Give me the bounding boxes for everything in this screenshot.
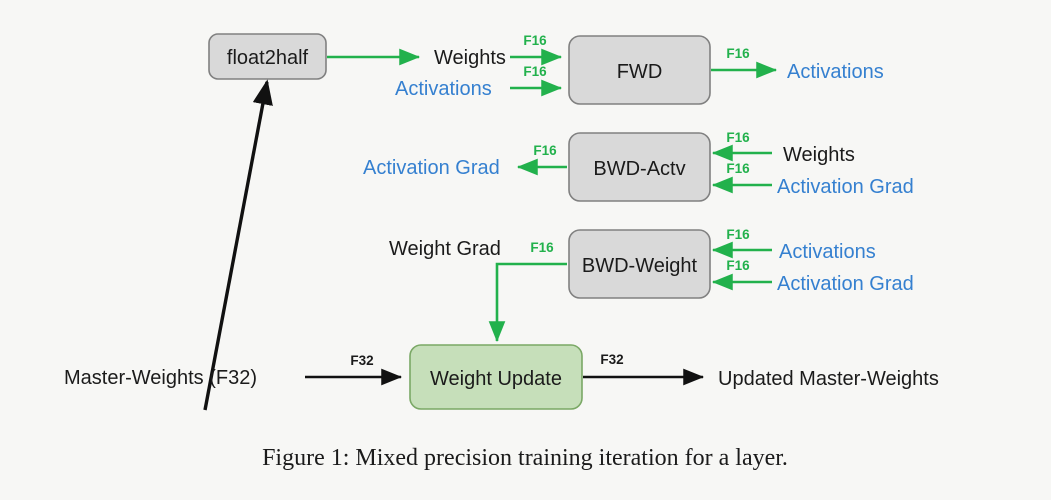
bwd-weight-label: BWD-Weight [582, 255, 698, 277]
label-weights-fwd: Weights [434, 47, 506, 69]
node-bwd-weight[interactable]: BWD-Weight [568, 229, 711, 299]
edge-label-f16-grad-to-bwd-actv: F16 [726, 161, 750, 176]
edge-label-f16-activations-to-bwd-weight: F16 [726, 227, 750, 242]
figure-container: float2half Weights F16 Activations F16 F… [0, 0, 1051, 500]
label-updated-master-weights: Updated Master-Weights [718, 368, 939, 390]
label-activation-grad-output: Activation Grad [363, 157, 500, 179]
node-fwd[interactable]: FWD [568, 35, 711, 105]
float2half-label: float2half [227, 47, 309, 69]
label-weight-grad: Weight Grad [389, 238, 501, 260]
label-activations-fwd-output: Activations [787, 61, 884, 83]
edge-label-f16-weights-to-fwd: F16 [523, 33, 547, 48]
edge-label-f16-grad-to-bwd-weight: F16 [726, 258, 750, 273]
node-weight-update[interactable]: Weight Update [409, 344, 583, 410]
fwd-label: FWD [617, 61, 663, 83]
label-activation-grad-bwd-actv: Activation Grad [777, 176, 914, 198]
edge-label-f32-master-to-update: F32 [350, 353, 373, 368]
edge-label-f16-weights-to-bwd-actv: F16 [726, 130, 750, 145]
label-weights-bwd-actv: Weights [783, 144, 855, 166]
weight-update-label: Weight Update [430, 368, 562, 390]
bwd-actv-label: BWD-Actv [593, 158, 685, 180]
label-activations-fwd-input: Activations [395, 78, 492, 100]
edge-label-f16-fwd-to-activations: F16 [726, 46, 750, 61]
node-float2half[interactable]: float2half [208, 33, 327, 80]
label-activations-bwd-weight: Activations [779, 241, 876, 263]
edge-label-f32-update-to-updated: F32 [600, 352, 623, 367]
edge-label-f16-bwd-weight-to-weight-grad: F16 [530, 240, 554, 255]
edge-label-f16-bwd-actv-to-grad: F16 [533, 143, 557, 158]
label-master-weights: Master-Weights (F32) [64, 367, 257, 389]
label-activation-grad-bwd-weight: Activation Grad [777, 273, 914, 295]
figure-caption: Figure 1: Mixed precision training itera… [262, 445, 788, 471]
edge-label-f16-activations-to-fwd: F16 [523, 64, 547, 79]
node-bwd-actv[interactable]: BWD-Actv [568, 132, 711, 202]
mixed-precision-training-diagram: float2half Weights F16 Activations F16 F… [0, 0, 1051, 500]
